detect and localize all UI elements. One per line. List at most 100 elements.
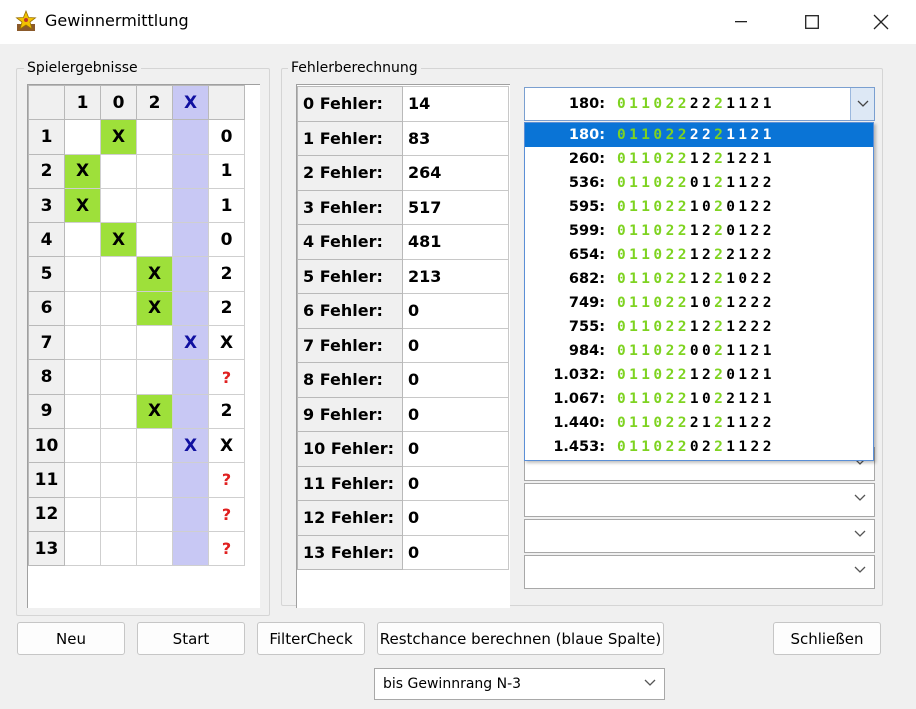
results-cell[interactable] <box>136 187 173 224</box>
results-cell[interactable] <box>136 325 173 361</box>
results-cell[interactable] <box>64 462 101 498</box>
results-cell[interactable]: X <box>100 222 137 258</box>
sequence-digits: 0110221221022 <box>617 271 775 287</box>
results-cell[interactable] <box>172 153 209 189</box>
chevron-down-icon <box>854 494 866 501</box>
dropdown-item[interactable]: 260: 0110221221221 <box>525 147 873 171</box>
results-cell[interactable] <box>64 359 101 395</box>
results-row: 2X 1 <box>28 153 245 189</box>
results-cell[interactable] <box>172 119 209 155</box>
results-cell[interactable]: X <box>64 153 101 189</box>
results-cell[interactable] <box>136 222 173 258</box>
results-cell[interactable] <box>100 325 137 361</box>
results-cell[interactable]: X <box>172 325 209 361</box>
results-cell[interactable] <box>136 359 173 395</box>
dropdown-item[interactable]: 749: 0110221021222 <box>525 291 873 315</box>
sequence-number: 180: <box>568 96 605 112</box>
results-cell[interactable] <box>64 325 101 361</box>
results-row-number: 6 <box>28 290 65 327</box>
rank-select[interactable]: bis Gewinnrang N-3 <box>374 668 665 700</box>
errors-value: 0 <box>402 362 509 398</box>
results-row: 10 X X <box>28 427 245 464</box>
results-cell[interactable] <box>64 290 101 327</box>
results-cell[interactable]: X <box>64 187 101 224</box>
results-cell[interactable]: X <box>136 393 173 429</box>
results-corner-cell <box>28 84 65 121</box>
results-cell[interactable] <box>172 496 209 532</box>
dropdown-item[interactable]: 599: 0110221220122 <box>525 219 873 243</box>
results-cell[interactable]: X <box>136 256 173 292</box>
results-cell[interactable] <box>136 462 173 498</box>
results-cell[interactable] <box>100 187 137 224</box>
results-cell[interactable] <box>64 496 101 532</box>
results-cell[interactable] <box>100 496 137 532</box>
sequence-combo[interactable] <box>524 483 875 517</box>
dropdown-item[interactable]: 1.067: 0110221022121 <box>525 387 873 411</box>
minimize-button[interactable] <box>706 0 776 44</box>
schliessen-button[interactable]: Schließen <box>773 622 881 655</box>
results-cell[interactable] <box>100 290 137 327</box>
results-cell[interactable] <box>172 359 209 395</box>
results-cell[interactable] <box>172 256 209 292</box>
results-cell[interactable] <box>64 256 101 292</box>
combo-dropdown-button[interactable] <box>850 88 874 120</box>
dropdown-item[interactable]: 755: 0110221221222 <box>525 315 873 339</box>
results-cell[interactable] <box>172 393 209 429</box>
sequence-combo[interactable] <box>524 555 875 589</box>
results-cell[interactable] <box>64 393 101 429</box>
dropdown-item[interactable]: 1.440: 0110222121122 <box>525 411 873 435</box>
results-cell[interactable] <box>100 359 137 395</box>
errors-value: 481 <box>402 224 509 260</box>
results-cell[interactable] <box>136 496 173 532</box>
results-cell[interactable]: X <box>172 427 209 464</box>
close-button[interactable] <box>846 0 916 44</box>
results-cell[interactable] <box>100 256 137 292</box>
sequence-combo-open[interactable]: 180: 0110222221121 <box>524 87 875 121</box>
results-cell[interactable] <box>100 393 137 429</box>
neu-button[interactable]: Neu <box>17 622 125 655</box>
results-cell[interactable]: X <box>136 290 173 327</box>
dropdown-item[interactable]: 180: 0110222221121 <box>525 123 873 147</box>
results-cell[interactable] <box>64 530 101 567</box>
results-cell[interactable] <box>100 530 137 567</box>
close-icon <box>873 14 889 30</box>
sequence-number: 180: <box>568 127 605 143</box>
sequence-number: 536: <box>568 175 605 191</box>
results-outcome-cell: 1 <box>208 187 245 224</box>
start-button[interactable]: Start <box>137 622 245 655</box>
results-cell[interactable] <box>172 290 209 327</box>
dropdown-item[interactable]: 536: 0110220121122 <box>525 171 873 195</box>
results-cell[interactable] <box>172 222 209 258</box>
dropdown-item[interactable]: 984: 0110220021121 <box>525 339 873 363</box>
results-cell[interactable] <box>136 530 173 567</box>
results-cell[interactable] <box>172 462 209 498</box>
maximize-button[interactable] <box>777 0 847 44</box>
errors-row: 8 Fehler: 0 <box>297 362 509 398</box>
dropdown-item[interactable]: 682: 0110221221022 <box>525 267 873 291</box>
results-cell[interactable] <box>100 153 137 189</box>
results-cell[interactable] <box>64 427 101 464</box>
results-cell[interactable] <box>172 530 209 567</box>
results-column-header: 0 <box>100 84 137 121</box>
restchance-button[interactable]: Restchance berechnen (blaue Spalte) <box>377 622 664 655</box>
sequence-combo[interactable] <box>524 519 875 553</box>
dropdown-item[interactable]: 1.032: 0110221220121 <box>525 363 873 387</box>
results-cell[interactable]: X <box>100 119 137 155</box>
sequence-number: 1.440: <box>553 415 605 431</box>
errors-label: 6 Fehler: <box>297 293 403 329</box>
results-cell[interactable] <box>136 119 173 155</box>
results-cell[interactable] <box>100 462 137 498</box>
results-cell[interactable] <box>136 427 173 464</box>
dropdown-item[interactable]: 1.453: 0110220221122 <box>525 435 873 459</box>
errors-value: 0 <box>402 534 509 570</box>
results-cell[interactable] <box>136 153 173 189</box>
results-cell[interactable] <box>100 427 137 464</box>
results-cell[interactable] <box>64 119 101 155</box>
dropdown-item[interactable]: 654: 0110221222122 <box>525 243 873 267</box>
errors-value: 0 <box>402 500 509 536</box>
dropdown-item[interactable]: 595: 0110221020122 <box>525 195 873 219</box>
results-cell[interactable] <box>64 222 101 258</box>
errors-row: 10 Fehler: 0 <box>297 431 509 467</box>
results-cell[interactable] <box>172 187 209 224</box>
filtercheck-button[interactable]: FilterCheck <box>257 622 365 655</box>
